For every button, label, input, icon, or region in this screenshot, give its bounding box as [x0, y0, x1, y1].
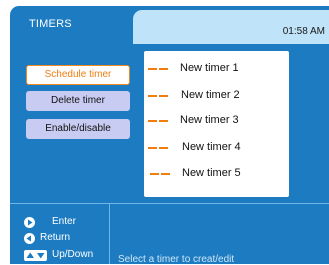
timer-list-item-3[interactable]: New timer 3: [148, 113, 288, 129]
timer-list-item-2[interactable]: New timer 2: [148, 88, 288, 104]
play-right-icon: [24, 217, 35, 228]
enable-disable-button[interactable]: Enable/disable: [26, 119, 130, 139]
timer-label: New timer 4: [182, 141, 241, 153]
updown-label: Up/Down: [52, 249, 94, 260]
timer-list-item-4[interactable]: New timer 4: [148, 140, 288, 156]
timer-label: New timer 5: [182, 167, 241, 179]
timer-label: New timer 1: [180, 62, 239, 74]
status-hint: Select a timer to creat/edit: [118, 254, 235, 265]
timers-screen: TIMERS 01:58 AM Schedule timer Delete ti…: [0, 0, 329, 265]
footer-vertical-divider: [109, 204, 110, 264]
play-left-icon: [24, 233, 35, 244]
footer-divider-line: [10, 203, 329, 204]
timer-list: New timer 1 New timer 2 New timer 3 New …: [144, 51, 289, 197]
clock-bar: 01:58 AM: [133, 10, 329, 44]
enter-label: Enter: [52, 216, 76, 227]
timer-list-item-1[interactable]: New timer 1: [148, 61, 288, 77]
timer-label: New timer 2: [181, 89, 240, 101]
delete-timer-button[interactable]: Delete timer: [26, 91, 130, 111]
timer-list-item-5[interactable]: New timer 5: [150, 166, 288, 182]
clock-display: 01:58 AM: [282, 26, 325, 37]
return-label: Return: [40, 232, 71, 243]
schedule-timer-button[interactable]: Schedule timer: [26, 65, 130, 85]
page-title: TIMERS: [29, 18, 72, 30]
up-down-arrows-icon: [24, 250, 47, 261]
timer-label: New timer 3: [180, 114, 239, 126]
